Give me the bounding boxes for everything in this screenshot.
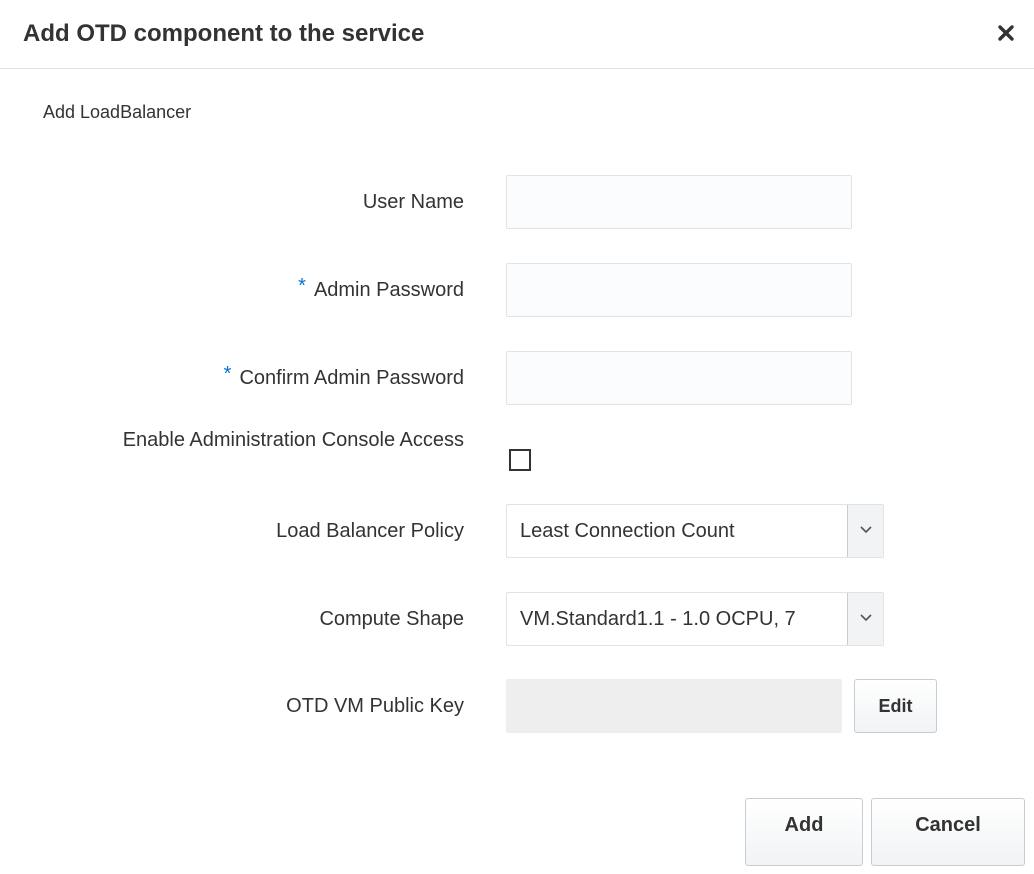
add-otd-dialog: Add OTD component to the service Add Loa… xyxy=(0,0,1034,874)
dialog-title: Add OTD component to the service xyxy=(23,20,425,47)
required-marker: * xyxy=(223,363,232,385)
cancel-button[interactable]: Cancel xyxy=(871,798,1025,866)
chevron-down-icon xyxy=(860,526,872,534)
load-balancer-policy-dropdown-button[interactable] xyxy=(847,505,883,557)
confirm-admin-password-label: * Confirm Admin Password xyxy=(223,363,464,389)
enable-console-label: Enable Administration Console Access xyxy=(122,429,464,451)
edit-public-key-button[interactable]: Edit xyxy=(854,679,937,733)
public-key-field xyxy=(506,679,842,733)
add-button[interactable]: Add xyxy=(745,798,863,866)
enable-console-checkbox[interactable] xyxy=(509,449,531,471)
admin-password-input[interactable] xyxy=(506,263,852,317)
close-icon[interactable] xyxy=(992,18,1020,46)
compute-shape-dropdown-button[interactable] xyxy=(847,593,883,645)
compute-shape-select[interactable]: VM.Standard1.1 - 1.0 OCPU, 7 xyxy=(506,592,884,646)
dialog-header: Add OTD component to the service xyxy=(0,0,1034,69)
user-name-label: User Name xyxy=(362,191,464,213)
required-marker: * xyxy=(298,275,306,297)
public-key-label: OTD VM Public Key xyxy=(286,695,464,717)
admin-password-label: * Admin Password xyxy=(298,275,464,301)
chevron-down-icon xyxy=(860,614,872,622)
user-name-input[interactable] xyxy=(506,175,852,229)
section-title: Add LoadBalancer xyxy=(43,102,192,122)
compute-shape-value: VM.Standard1.1 - 1.0 OCPU, 7 xyxy=(520,608,796,630)
load-balancer-policy-value: Least Connection Count xyxy=(520,520,735,542)
confirm-admin-password-input[interactable] xyxy=(506,351,852,405)
compute-shape-label: Compute Shape xyxy=(319,608,464,630)
load-balancer-policy-select[interactable]: Least Connection Count xyxy=(506,504,884,558)
load-balancer-policy-label: Load Balancer Policy xyxy=(276,520,464,542)
